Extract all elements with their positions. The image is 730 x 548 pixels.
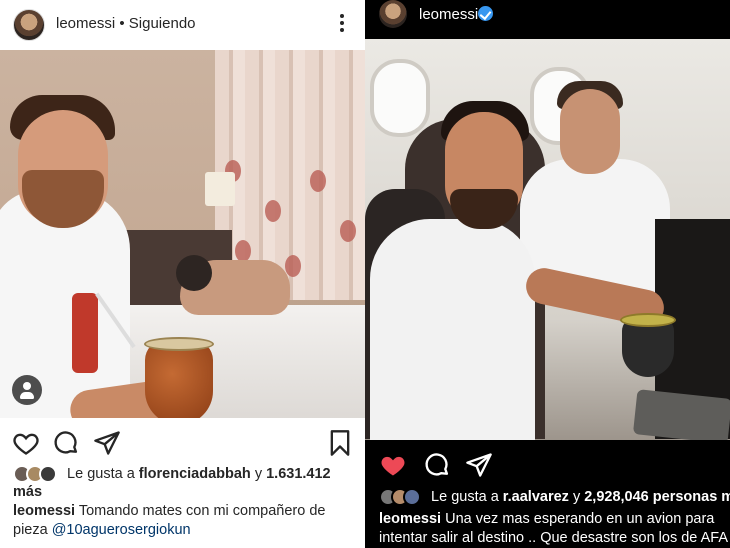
action-bar [365, 445, 730, 485]
liker-link[interactable]: r.aalvarez [503, 489, 569, 505]
post-caption: leomessi Tomando mates con mi compañero … [13, 502, 358, 540]
liker-link[interactable]: florenciadabbah [139, 466, 251, 482]
left-post: leomessi • Siguiendo Le gusta a florenci… [0, 0, 365, 548]
right-post: leomessi Le gusta a r.aalvarez y 2,928,0… [365, 0, 730, 548]
likes-suffix[interactable]: más [13, 484, 42, 500]
heart-icon[interactable] [379, 451, 407, 479]
username-link[interactable]: leomessi [419, 6, 478, 23]
comment-icon[interactable] [52, 429, 80, 457]
caption-username[interactable]: leomessi [379, 511, 441, 527]
likes-conjunction: y [254, 466, 263, 482]
avatar[interactable] [13, 9, 45, 41]
heart-icon[interactable] [12, 429, 40, 457]
likes-suffix[interactable]: personas más [653, 489, 730, 505]
tag-user-icon[interactable] [12, 375, 42, 405]
more-options-icon[interactable] [339, 14, 345, 34]
follow-status[interactable]: • Siguiendo [119, 15, 195, 32]
likes-prefix: Le gusta a [67, 466, 135, 482]
post-photo[interactable] [365, 39, 730, 440]
header-text: leomessi • Siguiendo [56, 15, 196, 32]
username-link[interactable]: leomessi [56, 15, 115, 32]
bookmark-icon[interactable] [326, 429, 354, 457]
likes-conjunction: y [572, 489, 581, 505]
liker-avatars [379, 488, 423, 507]
likes-count[interactable]: 1.631.412 [266, 466, 331, 482]
post-caption: leomessi Una vez mas esperando en un avi… [379, 510, 730, 548]
likes-line: Le gusta a r.aalvarez y 2,928,046 person… [379, 488, 730, 507]
share-icon[interactable] [465, 451, 493, 479]
comment-icon[interactable] [423, 451, 451, 479]
action-bar [0, 420, 365, 464]
avatar[interactable] [379, 0, 407, 28]
caption-mention[interactable]: @10aguerosergiokun [52, 522, 191, 538]
post-photo[interactable] [0, 50, 365, 418]
caption-username[interactable]: leomessi [13, 503, 75, 519]
liker-avatars [13, 465, 59, 484]
likes-line: Le gusta a florenciadabbah y 1.631.412 m… [13, 465, 358, 501]
likes-count[interactable]: 2,928,046 [584, 489, 649, 505]
verified-badge-icon [478, 6, 493, 21]
post-header: leomessi • Siguiendo [0, 0, 365, 50]
likes-prefix: Le gusta a [431, 489, 499, 505]
share-icon[interactable] [93, 429, 121, 457]
